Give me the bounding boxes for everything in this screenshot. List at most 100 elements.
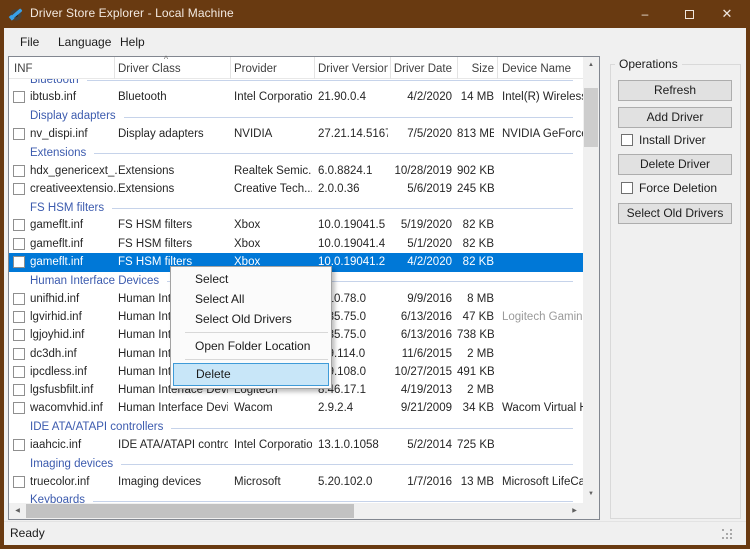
add-driver-button[interactable]: Add Driver [618, 107, 732, 128]
titlebar[interactable]: Driver Store Explorer - Local Machine – … [0, 0, 750, 28]
cell-date: 5/6/2019 [390, 180, 452, 199]
group-line [121, 464, 573, 465]
vertical-scrollbar[interactable]: ▲ ▼ [583, 57, 599, 503]
cell-device: Logitech Gaming [502, 308, 583, 327]
row-checkbox[interactable] [13, 402, 25, 414]
scroll-left-icon[interactable]: ◀ [9, 503, 26, 519]
row-checkbox[interactable] [13, 439, 25, 451]
group-label: IDE ATA/ATAPI controllers [30, 421, 163, 433]
table-row[interactable]: gameflt.infFS HSM filtersXbox10.0.19041.… [9, 216, 583, 235]
cell-date: 5/1/2020 [390, 235, 452, 254]
table-row[interactable]: wacomvhid.infHuman Interface DevicesWaco… [9, 399, 583, 418]
group-header: Display adapters [9, 107, 583, 126]
cell-version: 2.0.0.36 [318, 180, 388, 199]
minimize-icon[interactable]: – [628, 0, 662, 28]
cell-device [502, 326, 583, 345]
select-old-drivers-button[interactable]: Select Old Drivers [618, 203, 732, 224]
cell-date: 10/28/2019 [390, 162, 452, 181]
menu-item-delete[interactable]: Delete [173, 363, 329, 386]
column-header-device-name[interactable]: Device Name [502, 57, 582, 79]
column-header-driver-date[interactable]: Driver Date [390, 57, 452, 79]
app-window: Driver Store Explorer - Local Machine – … [0, 0, 750, 549]
vertical-scroll-thumb[interactable] [584, 88, 598, 147]
column-header-size[interactable]: Size [457, 57, 494, 79]
row-checkbox[interactable] [13, 366, 25, 378]
cell-provider: Realtek Semic... [234, 162, 312, 181]
cell-inf: lgsfusbfilt.inf [30, 381, 118, 400]
menu-help[interactable]: Help [112, 28, 153, 56]
row-checkbox[interactable] [13, 348, 25, 360]
horizontal-scrollbar[interactable]: ◀ ▶ [9, 503, 583, 519]
menu-item-select[interactable]: Select [171, 269, 331, 289]
cell-provider: Intel Corporation [234, 436, 312, 455]
cell-provider: Microsoft [234, 473, 312, 492]
list-header: INF Driver Class Provider Driver Version… [9, 57, 583, 79]
row-checkbox[interactable] [13, 329, 25, 341]
scroll-up-icon[interactable]: ▲ [583, 57, 599, 74]
row-checkbox[interactable] [13, 128, 25, 140]
row-checkbox[interactable] [13, 219, 25, 231]
row-checkbox[interactable] [13, 256, 25, 268]
table-row[interactable]: hdx_genericext_...ExtensionsRealtek Semi… [9, 162, 583, 181]
cell-class: Imaging devices [118, 473, 228, 492]
cell-provider: Creative Tech... [234, 180, 312, 199]
menu-item-select-all[interactable]: Select All [171, 289, 331, 309]
resize-grip-icon[interactable] [722, 529, 724, 531]
cell-date: 4/2/2020 [390, 253, 452, 272]
install-driver-checkbox[interactable]: Install Driver [621, 133, 706, 147]
column-header-provider[interactable]: Provider [234, 57, 310, 79]
column-header-driver-version[interactable]: Driver Version [318, 57, 388, 79]
cell-version: 10.0.19041.5 [318, 216, 388, 235]
refresh-button[interactable]: Refresh [618, 80, 732, 101]
group-line [124, 117, 573, 118]
sort-ascending-icon: ^ [154, 55, 178, 64]
group-header: Keyboards [9, 491, 583, 503]
table-row[interactable]: gameflt.infFS HSM filtersXbox10.0.19041.… [9, 235, 583, 254]
row-checkbox[interactable] [13, 384, 25, 396]
row-checkbox[interactable] [13, 91, 25, 103]
row-checkbox[interactable] [13, 238, 25, 250]
cell-date: 11/6/2015 [390, 345, 452, 364]
table-row[interactable]: iaahcic.infIDE ATA/ATAPI control...Intel… [9, 436, 583, 455]
column-header-inf[interactable]: INF [14, 57, 110, 79]
cell-class: Bluetooth [118, 88, 228, 107]
statusbar: Ready [4, 521, 746, 545]
cell-inf: iaahcic.inf [30, 436, 118, 455]
scroll-right-icon[interactable]: ▶ [566, 503, 583, 519]
table-row[interactable]: ibtusb.infBluetoothIntel Corporation21.9… [9, 88, 583, 107]
menu-language[interactable]: Language [50, 28, 119, 56]
row-checkbox[interactable] [13, 293, 25, 305]
close-icon[interactable]: ✕ [710, 0, 744, 28]
row-checkbox[interactable] [13, 476, 25, 488]
cell-size: 82 KB [457, 216, 494, 235]
cell-inf: truecolor.inf [30, 473, 118, 492]
delete-driver-button[interactable]: Delete Driver [618, 154, 732, 175]
horizontal-scroll-thumb[interactable] [26, 504, 354, 518]
cell-device [502, 235, 583, 254]
cell-size: 725 KB [457, 436, 494, 455]
row-checkbox[interactable] [13, 311, 25, 323]
cell-device [502, 436, 583, 455]
group-label: Extensions [30, 147, 86, 159]
cell-device [502, 363, 583, 382]
app-icon [8, 6, 24, 22]
scroll-down-icon[interactable]: ▼ [583, 486, 599, 503]
force-deletion-checkbox[interactable]: Force Deletion [621, 181, 717, 195]
table-row[interactable]: nv_dispi.infDisplay adaptersNVIDIA27.21.… [9, 125, 583, 144]
cell-date: 4/19/2013 [390, 381, 452, 400]
menu-item-open-folder-location[interactable]: Open Folder Location [171, 336, 331, 356]
maximize-icon[interactable] [672, 0, 706, 28]
menu-file[interactable]: File [12, 28, 47, 56]
cell-version: 10.0.19041.4 [318, 235, 388, 254]
table-row[interactable]: creativeextensio...ExtensionsCreative Te… [9, 180, 583, 199]
context-menu: SelectSelect AllSelect Old Drivers Open F… [170, 266, 332, 389]
group-header: Imaging devices [9, 454, 583, 473]
row-checkbox[interactable] [13, 183, 25, 195]
cell-device: Wacom Virtual Hi [502, 399, 583, 418]
cell-date: 6/13/2016 [390, 308, 452, 327]
cell-size: 2 MB [457, 381, 494, 400]
menu-item-select-old-drivers[interactable]: Select Old Drivers [171, 309, 331, 329]
row-checkbox[interactable] [13, 165, 25, 177]
table-row[interactable]: truecolor.infImaging devicesMicrosoft5.2… [9, 473, 583, 492]
cell-inf: unifhid.inf [30, 290, 118, 309]
